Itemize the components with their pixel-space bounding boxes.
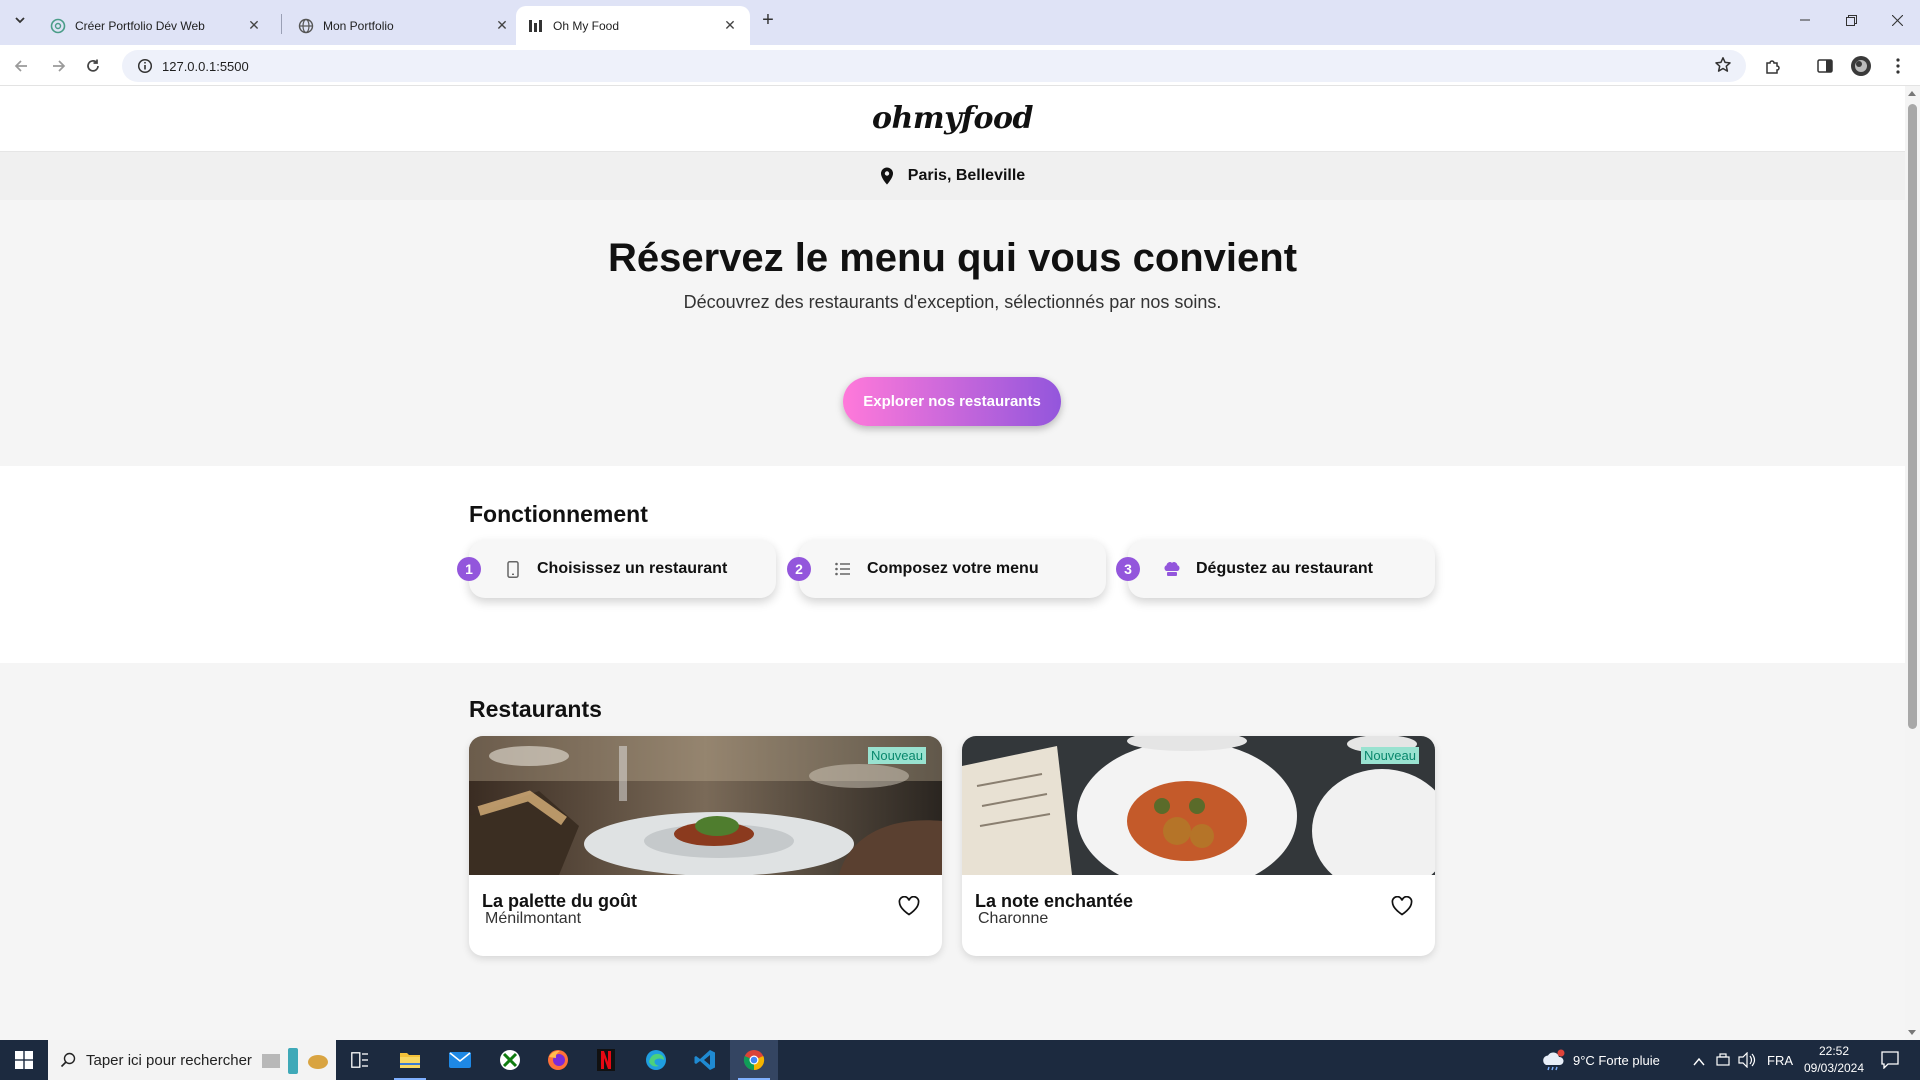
hero-subtitle: Découvrez des restaurants d'exception, s… (683, 292, 1222, 312)
restaurant-district: Charonne (978, 910, 1049, 927)
step-label: Choisissez un restaurant (537, 560, 728, 577)
step-card: 2 Composez votre menu (787, 540, 1106, 598)
netflix-icon[interactable] (582, 1040, 630, 1080)
tab-title: Oh My Food (553, 18, 620, 33)
profile-avatar-icon[interactable] (1849, 54, 1873, 78)
page-viewport: ohmyfood Paris, Belleville Réservez le m… (0, 86, 1920, 1040)
search-highlight-illustration-icon (258, 1046, 330, 1079)
minimize-window-icon[interactable] (1782, 6, 1828, 34)
taskbar-clock[interactable]: 22:52 09/03/2024 (1794, 1043, 1874, 1077)
mobile-phone-icon (503, 560, 523, 578)
page-scrollbar[interactable] (1905, 86, 1920, 1040)
list-icon (833, 562, 853, 576)
network-icon[interactable] (1716, 1053, 1730, 1072)
extensions-puzzle-icon[interactable] (1761, 54, 1785, 78)
browser-tab-bar: Créer Portfolio Dév Web ✕ Mon Portfolio … (0, 0, 1920, 45)
edge-icon[interactable] (632, 1040, 680, 1080)
restaurants-title: Restaurants (469, 696, 602, 722)
show-hidden-icons-chevron-icon[interactable] (1693, 1054, 1705, 1072)
step-card: 1 Choisissez un restaurant (457, 540, 776, 598)
new-badge: Nouveau (867, 747, 926, 764)
site-header: ohmyfood (0, 86, 1905, 151)
browser-menu-dots-icon[interactable] (1886, 54, 1910, 78)
step-number-badge: 1 (457, 557, 481, 581)
forward-arrow-icon[interactable] (45, 53, 71, 79)
tab-mon-portfolio[interactable]: Mon Portfolio ✕ (286, 6, 522, 45)
windows-taskbar: Taper ici pour rechercher 9°C Forte plui… (0, 1040, 1920, 1080)
step-number-badge: 2 (787, 557, 811, 581)
volume-icon[interactable] (1738, 1051, 1756, 1073)
tab-creer-portfolio[interactable]: Créer Portfolio Dév Web ✕ (38, 6, 274, 45)
side-panel-icon[interactable] (1813, 54, 1837, 78)
restaurant-name: La note enchantée (975, 891, 1134, 911)
location-label: Paris, Belleville (907, 167, 1026, 184)
scrollbar-thumb[interactable] (1908, 104, 1917, 729)
tab-title: Mon Portfolio (323, 18, 394, 33)
location-pin-icon (880, 167, 894, 185)
weather-cloud-icon[interactable] (1541, 1049, 1565, 1076)
input-language[interactable]: FRA (1767, 1040, 1793, 1080)
close-window-icon[interactable] (1874, 6, 1920, 34)
firefox-icon[interactable] (534, 1040, 582, 1080)
browser-toolbar: 127.0.0.1:5500 (0, 45, 1920, 86)
search-placeholder: Taper ici pour rechercher (86, 1051, 252, 1069)
file-explorer-icon[interactable] (386, 1040, 434, 1080)
location-bar: Paris, Belleville (0, 151, 1905, 200)
scroll-up-arrow-icon[interactable] (1908, 91, 1916, 96)
clock-date: 09/03/2024 (1803, 1061, 1865, 1075)
restaurant-name: La palette du goût (482, 891, 637, 911)
weather-text[interactable]: 9°C Forte pluie (1573, 1040, 1660, 1080)
taskbar-search-box[interactable]: Taper ici pour rechercher (48, 1040, 336, 1080)
search-icon (60, 1052, 76, 1068)
restore-window-icon[interactable] (1828, 6, 1874, 34)
xbox-icon[interactable] (486, 1040, 534, 1080)
ohmyfood-logo[interactable]: ohmyfood (872, 101, 1033, 136)
how-it-works-section: Fonctionnement 1 Choisissez un restauran… (0, 466, 1905, 663)
new-tab-plus-icon[interactable]: + (756, 8, 780, 32)
new-badge: Nouveau (1360, 747, 1419, 764)
close-tab-icon[interactable]: ✕ (246, 17, 262, 34)
how-it-works-title: Fonctionnement (469, 501, 648, 527)
heart-like-icon[interactable] (898, 895, 920, 921)
close-tab-icon[interactable]: ✕ (722, 17, 738, 34)
chrome-icon[interactable] (730, 1040, 778, 1080)
back-arrow-icon[interactable] (9, 53, 35, 79)
url-text[interactable]: 127.0.0.1:5500 (162, 59, 249, 74)
hero-title: Réservez le menu qui vous convient (607, 236, 1298, 280)
clock-time: 22:52 (1818, 1044, 1850, 1058)
site-info-icon[interactable] (130, 58, 160, 74)
explore-restaurants-button[interactable]: Explorer nos restaurants (843, 377, 1061, 426)
ohmyfood-favicon-icon (528, 18, 544, 34)
bookmark-star-icon[interactable] (1714, 56, 1732, 79)
close-tab-icon[interactable]: ✕ (494, 17, 510, 34)
address-bar[interactable]: 127.0.0.1:5500 (122, 50, 1746, 82)
scroll-down-arrow-icon[interactable] (1908, 1030, 1916, 1035)
restaurant-district: Ménilmontant (485, 910, 582, 927)
tab-oh-my-food[interactable]: Oh My Food ✕ (516, 6, 750, 45)
step-card: 3 Dégustez au restaurant (1116, 540, 1435, 598)
restaurant-card[interactable]: Nouveau La note enchantée Charonne (962, 736, 1435, 956)
step-number-badge: 3 (1116, 557, 1140, 581)
tab-search-chevron-icon[interactable] (8, 8, 32, 32)
tab-title: Créer Portfolio Dév Web (75, 18, 205, 33)
globe-icon (298, 18, 314, 34)
step-label: Composez votre menu (867, 560, 1039, 577)
restaurants-section: Restaurants Nouveau La palette du goût M… (0, 663, 1905, 1040)
openai-favicon-icon (50, 18, 66, 34)
heart-like-icon[interactable] (1391, 895, 1413, 921)
tab-divider (281, 14, 282, 34)
vscode-icon[interactable] (681, 1040, 729, 1080)
restaurant-card[interactable]: Nouveau La palette du goût Ménilmontant (469, 736, 942, 956)
notifications-icon[interactable] (1881, 1051, 1899, 1074)
reload-icon[interactable] (80, 53, 106, 79)
step-label: Dégustez au restaurant (1196, 560, 1373, 577)
task-view-icon[interactable] (336, 1040, 384, 1080)
hero-section: Réservez le menu qui vous convient Décou… (0, 200, 1905, 466)
mail-icon[interactable] (436, 1040, 484, 1080)
windows-start-icon[interactable] (0, 1040, 48, 1080)
chef-hat-icon (1162, 561, 1182, 577)
